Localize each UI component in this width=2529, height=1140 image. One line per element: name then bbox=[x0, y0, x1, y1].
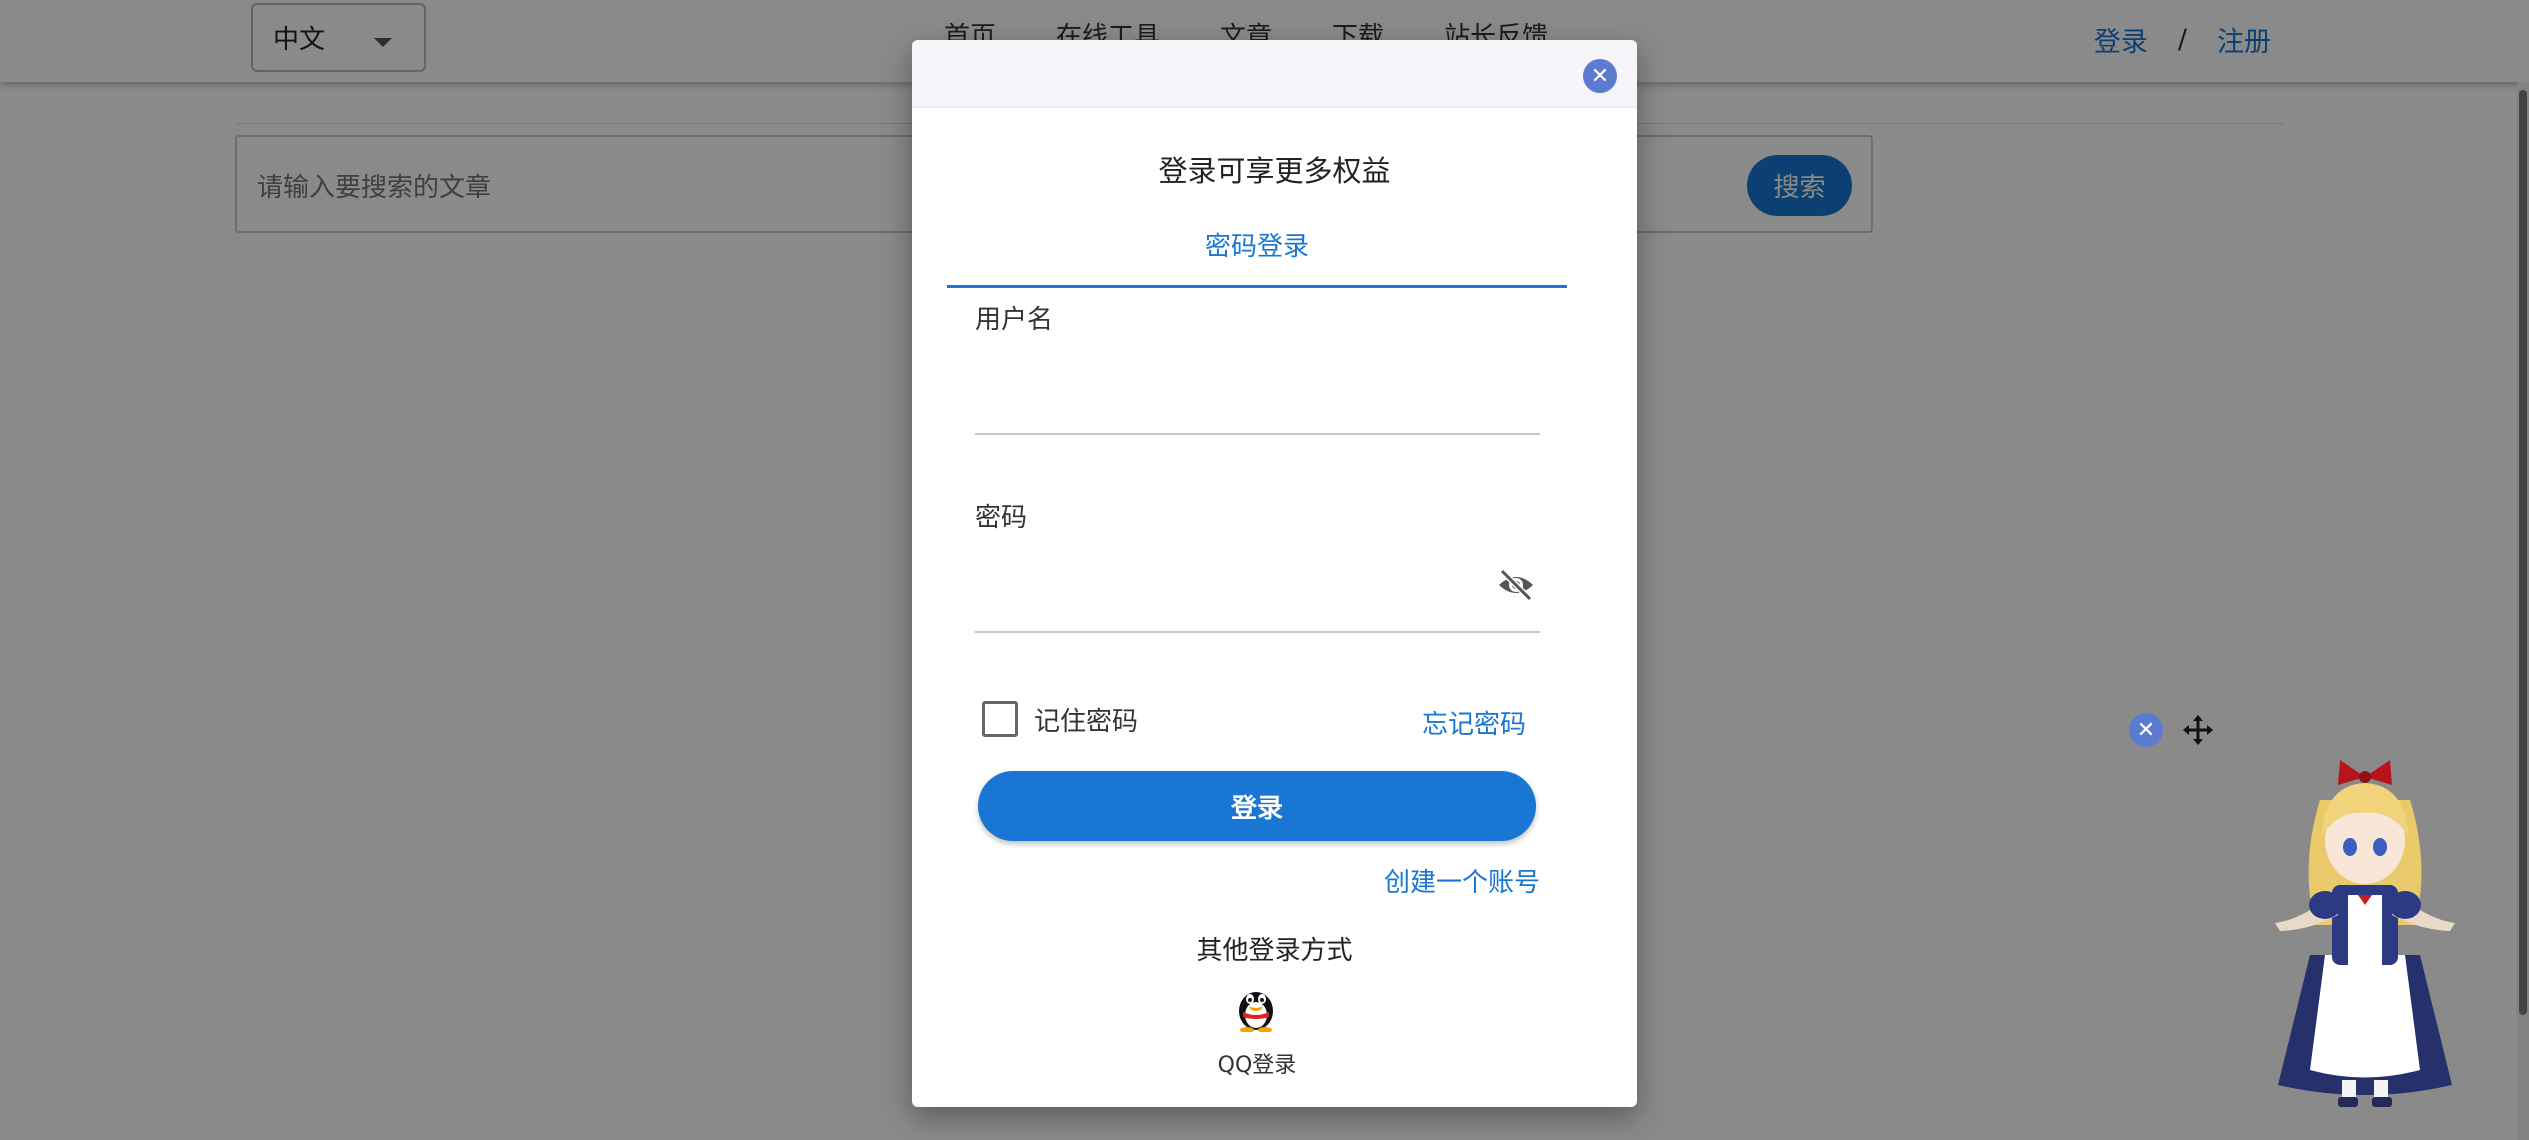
username-underline bbox=[975, 433, 1540, 435]
password-label: 密码 bbox=[975, 503, 1028, 533]
qq-login-label[interactable]: QQ登录 bbox=[912, 1047, 1602, 1079]
tab-password-login[interactable]: 密码登录 bbox=[947, 226, 1567, 288]
remember-label: 记住密码 bbox=[1034, 707, 1139, 737]
username-label: 用户名 bbox=[975, 305, 1054, 335]
username-field[interactable] bbox=[975, 360, 1495, 410]
qq-penguin-icon[interactable] bbox=[1234, 984, 1278, 1032]
other-login-heading: 其他登录方式 bbox=[1196, 936, 1353, 966]
close-icon[interactable]: ✕ bbox=[1583, 59, 1617, 93]
login-button[interactable]: 登录 bbox=[978, 771, 1536, 841]
create-account-link[interactable]: 创建一个账号 bbox=[1384, 862, 1540, 899]
eye-off-icon[interactable] bbox=[1496, 565, 1536, 605]
remember-checkbox[interactable] bbox=[982, 701, 1018, 737]
forgot-password-link[interactable]: 忘记密码 bbox=[1422, 704, 1526, 741]
widget-close-icon[interactable]: ✕ bbox=[2129, 713, 2163, 747]
move-icon[interactable] bbox=[2182, 714, 2214, 746]
dialog-header bbox=[912, 40, 1637, 108]
password-field[interactable] bbox=[975, 558, 1495, 608]
dialog-title: 登录可享更多权益 bbox=[1158, 154, 1391, 188]
login-dialog: ✕ 登录可享更多权益 密码登录 用户名 密码 记住密码 忘记密码 登录 创建一个… bbox=[912, 40, 1637, 1107]
mascot-character[interactable] bbox=[2270, 755, 2460, 1110]
password-underline bbox=[975, 631, 1540, 633]
